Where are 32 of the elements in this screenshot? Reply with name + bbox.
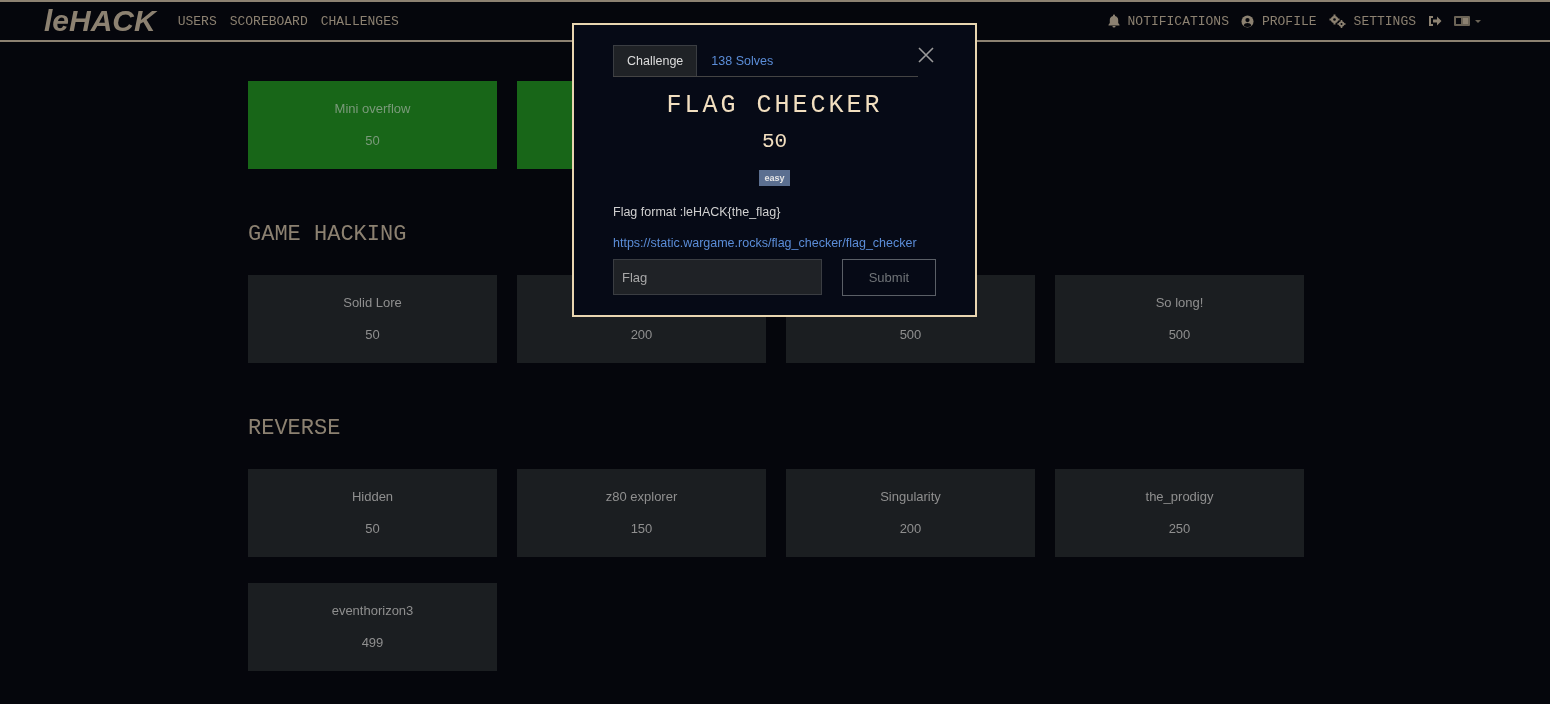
- category-heading: REVERSE: [248, 416, 341, 442]
- language-icon: [1454, 16, 1482, 26]
- download-link[interactable]: https://static.wargame.rocks/flag_checker/flag_checker: [613, 236, 917, 250]
- challenge-card[interactable]: So long! 500: [1055, 275, 1304, 363]
- challenge-card[interactable]: Solid Lore 50: [248, 275, 497, 363]
- nav-link[interactable]: SETTINGS: [1328, 13, 1416, 29]
- bell-icon: [1107, 14, 1120, 28]
- challenge-card[interactable]: Singularity 200: [786, 469, 1035, 557]
- nav-link[interactable]: PROFILE: [1240, 13, 1317, 29]
- difficulty-badge: easy: [759, 170, 790, 186]
- nav-link[interactable]: CHALLENGES: [320, 13, 399, 29]
- close-icon[interactable]: [918, 47, 934, 63]
- challenge-card[interactable]: Hidden 50: [248, 469, 497, 557]
- nav-link[interactable]: NOTIFICATIONS: [1107, 13, 1229, 29]
- language-menu[interactable]: [1454, 13, 1482, 29]
- challenge-card[interactable]: eventhorizon3 499: [248, 583, 497, 671]
- logout-button[interactable]: [1428, 13, 1442, 29]
- nav-link[interactable]: USERS: [177, 13, 217, 29]
- challenge-description: Flag format :leHACK{the_flag}: [613, 205, 782, 219]
- challenge-title: FLAG CHECKER: [665, 91, 884, 120]
- category-heading: GAME HACKING: [248, 222, 407, 248]
- challenge-card[interactable]: z80 explorer 150: [517, 469, 766, 557]
- tab[interactable]: 138 Solves: [697, 45, 788, 76]
- tab[interactable]: Challenge: [613, 45, 698, 76]
- challenge-card[interactable]: the_prodigy 250: [1055, 469, 1304, 557]
- submit-button[interactable]: Submit: [841, 259, 936, 296]
- logo[interactable]: leHACK: [44, 4, 156, 38]
- flag-input[interactable]: Flag: [613, 259, 822, 295]
- logout-icon: [1428, 15, 1442, 27]
- challenge-points: 50: [760, 130, 789, 153]
- nav-link[interactable]: SCOREBOARD: [229, 13, 308, 29]
- user-icon: [1240, 14, 1254, 28]
